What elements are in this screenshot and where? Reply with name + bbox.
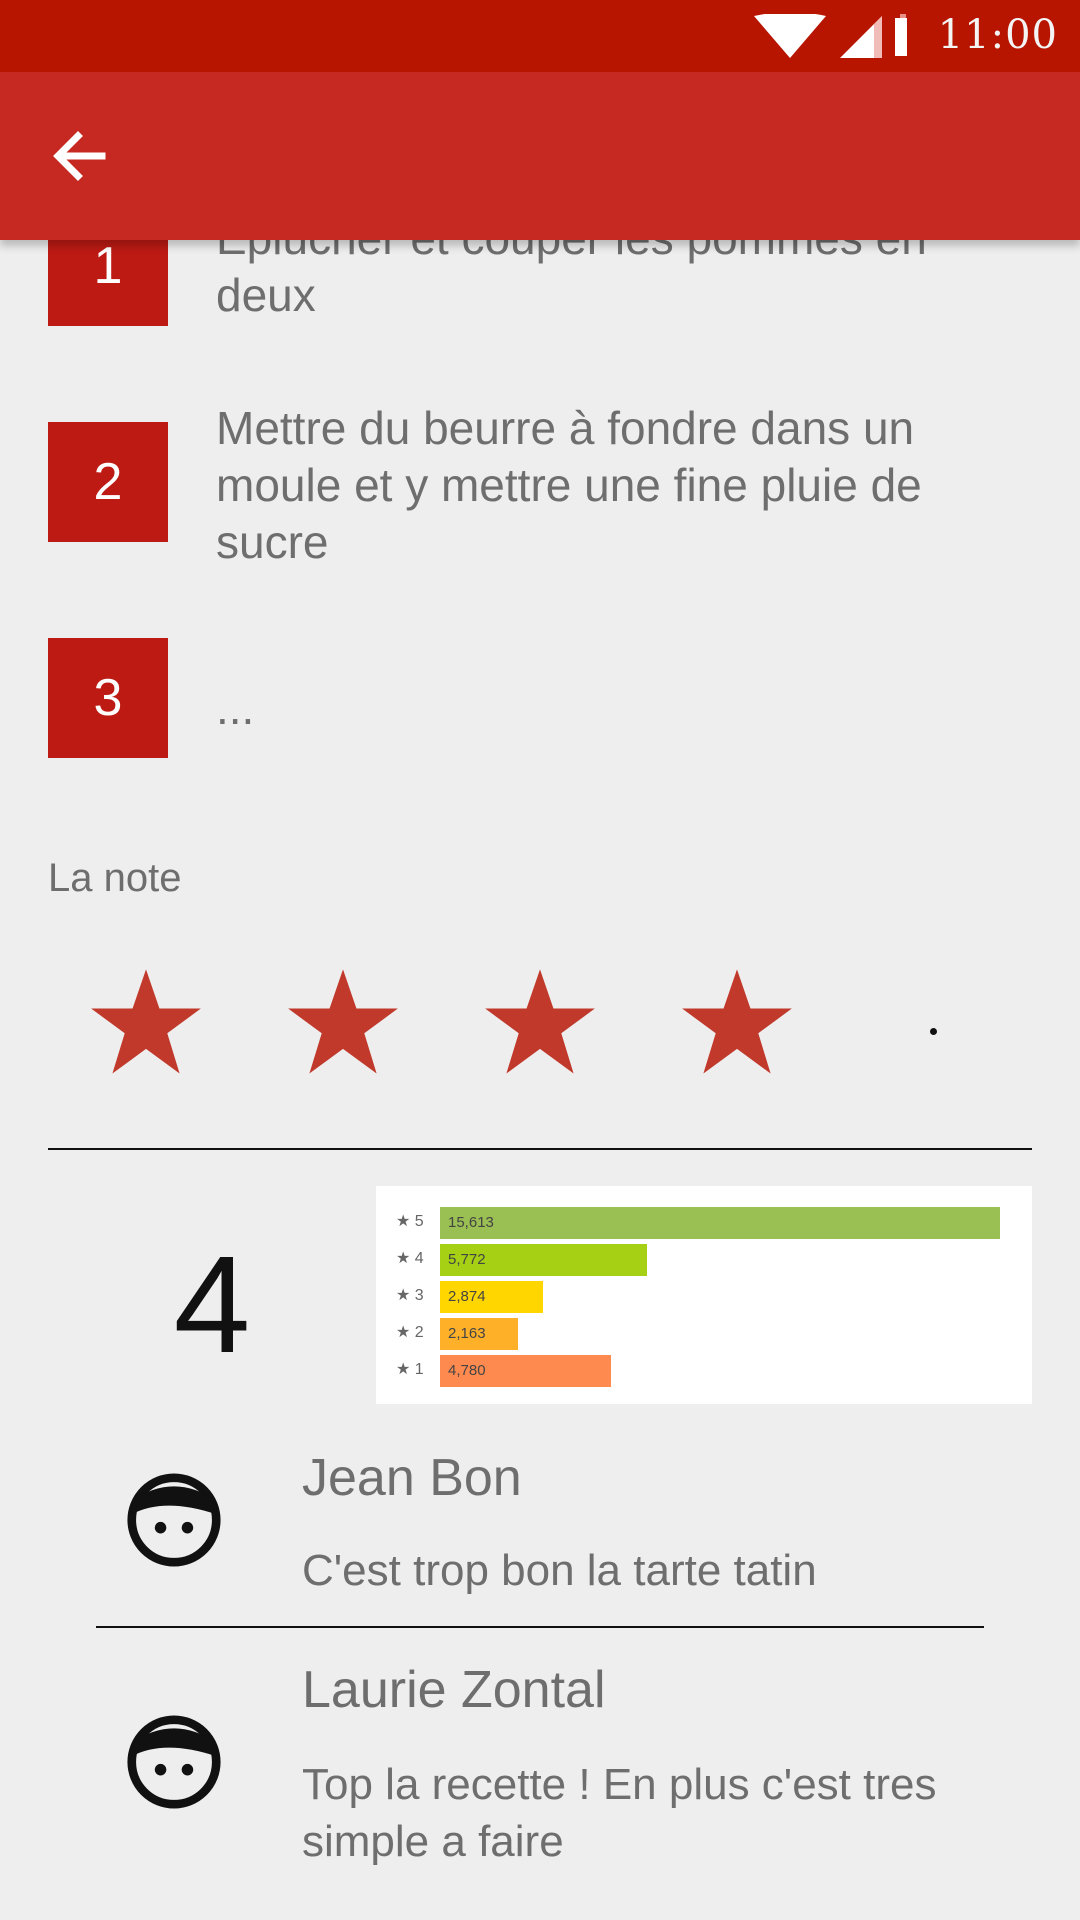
histogram-value: 15,613 bbox=[448, 1214, 494, 1231]
histogram-label: ★ 1 bbox=[396, 1361, 424, 1378]
histogram-bar: 5,772 bbox=[440, 1244, 647, 1276]
review-divider bbox=[96, 1626, 984, 1628]
step-number-2: 2 bbox=[48, 422, 168, 542]
histogram-value: 5,772 bbox=[448, 1251, 486, 1268]
histogram-row-2: ★ 2 2,163 bbox=[376, 1318, 1032, 1350]
histogram-value: 2,163 bbox=[448, 1325, 486, 1342]
arrow-left-icon bbox=[53, 131, 106, 181]
battery-icon bbox=[895, 14, 907, 56]
histogram-bar: 15,613 bbox=[440, 1207, 1000, 1239]
histogram-row-3: ★ 3 2,874 bbox=[376, 1281, 1032, 1313]
step-text-3: ... bbox=[216, 682, 255, 734]
histogram-label: ★ 5 bbox=[396, 1213, 424, 1230]
content: 1 Eplucher et couper les pommes en deux … bbox=[0, 0, 1080, 1920]
histogram-row-4: ★ 4 5,772 bbox=[376, 1244, 1032, 1276]
star-icon-4[interactable] bbox=[681, 966, 793, 1078]
review-author: Jean Bon bbox=[302, 1449, 522, 1507]
histogram-label: ★ 4 bbox=[396, 1250, 424, 1267]
histogram-bar: 2,874 bbox=[440, 1281, 543, 1313]
status-bar: 11:00 bbox=[0, 0, 1080, 72]
back-button[interactable] bbox=[44, 116, 124, 196]
star-icon-1[interactable] bbox=[90, 966, 202, 1078]
face-icon bbox=[127, 1715, 221, 1809]
status-icons bbox=[754, 14, 907, 58]
step-number-3: 3 bbox=[48, 638, 168, 758]
rating-histogram: ★ 5 15,613 ★ 4 5,772 ★ 3 2,874 ★ 2 2,163… bbox=[376, 1186, 1032, 1404]
step-text-2: Mettre du beurre à fondre dans un moule … bbox=[216, 402, 922, 568]
app-bar bbox=[0, 72, 1080, 240]
review-text: Top la recette ! En plus c'est tres simp… bbox=[302, 1760, 937, 1866]
review-text: C'est trop bon la tarte tatin bbox=[302, 1546, 817, 1595]
histogram-row-1: ★ 1 4,780 bbox=[376, 1355, 1032, 1387]
face-icon bbox=[127, 1473, 221, 1567]
review-author: Laurie Zontal bbox=[302, 1661, 606, 1719]
histogram-bar: 4,780 bbox=[440, 1355, 611, 1387]
star-empty-5[interactable] bbox=[930, 1028, 937, 1035]
histogram-value: 2,874 bbox=[448, 1288, 486, 1305]
rating-label: La note bbox=[48, 856, 182, 900]
star-icon-3[interactable] bbox=[484, 966, 596, 1078]
average-score: 4 bbox=[173, 1228, 251, 1382]
status-time: 11:00 bbox=[937, 12, 1058, 58]
star-icon-2[interactable] bbox=[287, 966, 399, 1078]
rating-divider bbox=[48, 1148, 1032, 1150]
histogram-row-5: ★ 5 15,613 bbox=[376, 1207, 1032, 1239]
histogram-label: ★ 2 bbox=[396, 1324, 424, 1341]
histogram-label: ★ 3 bbox=[396, 1287, 424, 1304]
histogram-value: 4,780 bbox=[448, 1362, 486, 1379]
wifi-icon bbox=[754, 14, 826, 58]
histogram-bar: 2,163 bbox=[440, 1318, 518, 1350]
